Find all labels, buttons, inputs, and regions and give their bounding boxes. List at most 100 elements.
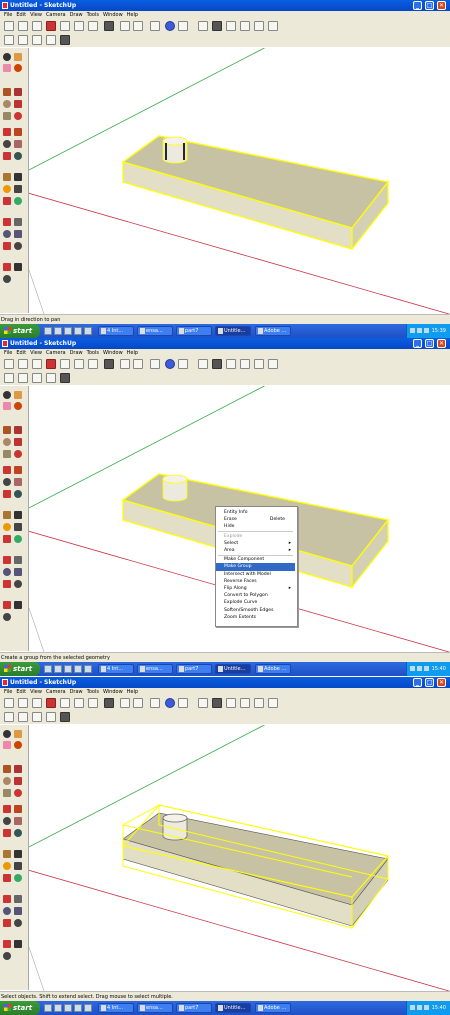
quick-launch-icon[interactable] [54, 1004, 62, 1012]
taskbar-button[interactable]: ensa... [137, 664, 173, 674]
tray-icon[interactable] [410, 666, 415, 671]
zoom-icon[interactable] [3, 568, 11, 576]
text-icon[interactable] [14, 862, 22, 870]
3d-text-icon[interactable] [14, 197, 22, 205]
freehand-icon[interactable] [14, 112, 22, 120]
menu-view[interactable]: View [30, 11, 42, 19]
move-icon[interactable] [198, 359, 208, 369]
eraser-icon[interactable] [3, 402, 11, 410]
context-menu-item[interactable]: Intersect with Model [216, 571, 295, 578]
menu-help[interactable]: Help [127, 349, 138, 357]
select-icon[interactable] [3, 53, 11, 61]
iso-view-icon[interactable] [4, 373, 14, 383]
context-menu-item[interactable]: Convert to Polygon [216, 592, 295, 599]
pushpull-icon[interactable] [14, 805, 22, 813]
camera-icon[interactable] [226, 359, 236, 369]
tray-icon[interactable] [410, 328, 415, 333]
menu-tools[interactable]: Tools [87, 349, 99, 357]
polygon-icon[interactable] [3, 450, 11, 458]
line-icon[interactable] [14, 765, 22, 773]
menu-tools[interactable]: Tools [87, 11, 99, 19]
save-icon[interactable] [32, 698, 42, 708]
menu-file[interactable]: File [4, 349, 12, 357]
start-button[interactable]: start [0, 662, 40, 676]
3d-text-icon[interactable] [14, 535, 22, 543]
quick-launch-icon[interactable] [64, 327, 72, 335]
position-camera-icon[interactable] [3, 940, 11, 948]
scale-icon[interactable] [3, 490, 11, 498]
look-around-icon[interactable] [3, 275, 11, 283]
open-icon[interactable] [18, 698, 28, 708]
menu-edit[interactable]: Edit [16, 349, 26, 357]
model-info-icon[interactable] [165, 359, 175, 369]
paint-bucket-icon[interactable] [14, 64, 22, 72]
open-icon[interactable] [18, 359, 28, 369]
tape-icon[interactable] [3, 850, 11, 858]
menu-camera[interactable]: Camera [46, 349, 66, 357]
taskbar-button[interactable]: part7 [176, 1003, 212, 1013]
undo-icon[interactable] [120, 359, 130, 369]
zoom-icon[interactable] [3, 907, 11, 915]
cut-icon[interactable] [60, 698, 70, 708]
axes-icon[interactable] [3, 197, 11, 205]
tray-icon[interactable] [424, 1005, 429, 1010]
tray-icon[interactable] [424, 328, 429, 333]
menu-edit[interactable]: Edit [16, 688, 26, 696]
text-icon[interactable] [14, 185, 22, 193]
paint-tool-icon[interactable] [212, 359, 222, 369]
context-menu-item[interactable]: Select ▸ [216, 540, 295, 547]
menu-view[interactable]: View [30, 688, 42, 696]
menu-window[interactable]: Window [103, 688, 123, 696]
rotate-icon[interactable] [3, 140, 11, 148]
context-menu-item[interactable]: Make Component [216, 556, 295, 563]
minimize-button[interactable]: _ [413, 678, 422, 687]
rotate-icon[interactable] [3, 817, 11, 825]
paint-tool-icon[interactable] [212, 21, 222, 31]
zoom-window-icon[interactable] [14, 230, 22, 238]
new-icon[interactable] [4, 21, 14, 31]
menu-camera[interactable]: Camera [46, 11, 66, 19]
minimize-button[interactable]: _ [413, 339, 422, 348]
taskbar-button[interactable]: part7 [176, 664, 212, 674]
taskbar-button[interactable]: Untitle... [215, 326, 251, 336]
modeling-viewport[interactable] [29, 48, 450, 314]
tray-icon[interactable] [424, 666, 429, 671]
house-outline-icon[interactable] [268, 698, 278, 708]
move-tool-icon[interactable] [3, 128, 11, 136]
pushpull-icon[interactable] [14, 466, 22, 474]
house-icon[interactable] [254, 698, 264, 708]
taskbar-button[interactable]: Adobe ... [255, 664, 291, 674]
new-icon[interactable] [4, 698, 14, 708]
house-icon[interactable] [254, 359, 264, 369]
erase-icon[interactable] [104, 21, 114, 31]
walk-icon[interactable] [14, 940, 22, 948]
protractor-icon[interactable] [3, 185, 11, 193]
camera-icon[interactable] [226, 21, 236, 31]
quick-launch-icon[interactable] [64, 1004, 72, 1012]
rectangle-icon[interactable] [3, 765, 11, 773]
select-icon[interactable] [3, 730, 11, 738]
line-icon[interactable] [14, 426, 22, 434]
copy-icon[interactable] [74, 698, 84, 708]
paste-icon[interactable] [88, 21, 98, 31]
context-menu-item[interactable]: Explode Curve [216, 599, 295, 606]
taskbar-button[interactable]: Untitle... [215, 1003, 251, 1013]
new-icon[interactable] [4, 359, 14, 369]
menu-help[interactable]: Help [127, 688, 138, 696]
top-view-icon[interactable] [18, 712, 28, 722]
quick-launch-icon[interactable] [84, 1004, 92, 1012]
move-tool-icon[interactable] [3, 805, 11, 813]
cut-icon[interactable] [60, 21, 70, 31]
back-view-icon[interactable] [60, 35, 70, 45]
taskbar-button[interactable]: ensa... [137, 326, 173, 336]
freehand-icon[interactable] [14, 789, 22, 797]
help-icon[interactable] [178, 698, 188, 708]
menu-window[interactable]: Window [103, 349, 123, 357]
menu-file[interactable]: File [4, 11, 12, 19]
home-icon[interactable] [240, 698, 250, 708]
maximize-button[interactable]: □ [425, 1, 434, 10]
orbit-icon[interactable] [3, 218, 11, 226]
menu-tools[interactable]: Tools [87, 688, 99, 696]
help-icon[interactable] [178, 21, 188, 31]
back-view-icon[interactable] [60, 712, 70, 722]
